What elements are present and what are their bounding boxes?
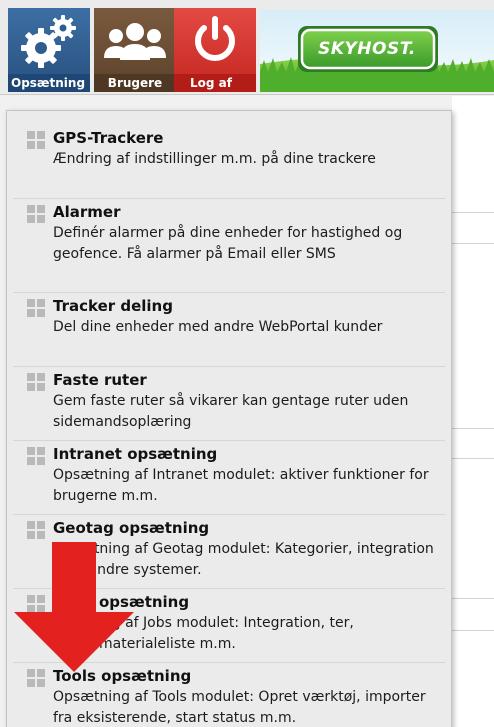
arrow-down-icon [14, 542, 134, 672]
